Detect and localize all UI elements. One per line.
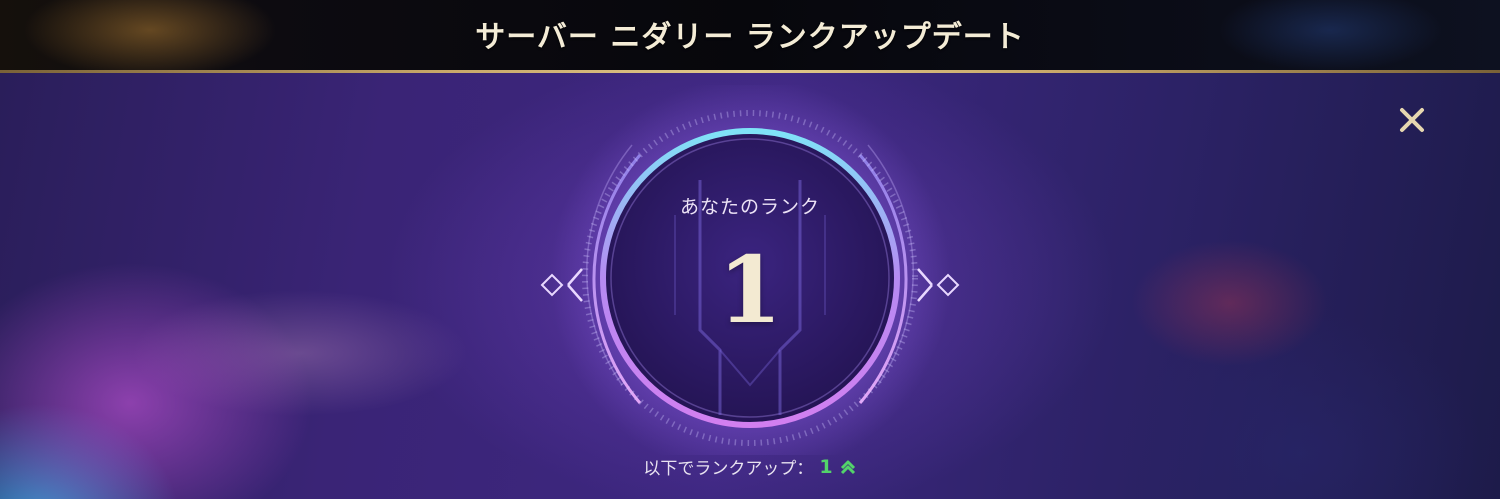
rank-update-screen: サーバー ニダリー ランクアップデート あなたのランク 1 以下でランクアップ：… xyxy=(0,0,1500,499)
your-rank-label: あなたのランク xyxy=(679,196,820,218)
rank-up-requirement: 以下でランクアップ： 1 xyxy=(500,454,1000,479)
page-title: サーバー ニダリー ランクアップデート xyxy=(475,20,1025,55)
close-button[interactable] xyxy=(1390,100,1434,140)
title-bar: サーバー ニダリー ランクアップデート xyxy=(0,0,1500,70)
rank-number: 1 xyxy=(717,236,782,344)
close-icon xyxy=(1400,108,1424,132)
rank-up-value: 1 xyxy=(819,455,833,478)
rank-up-label: 以下でランクアップ： xyxy=(643,459,814,479)
double-chevron-up-icon xyxy=(839,459,857,475)
